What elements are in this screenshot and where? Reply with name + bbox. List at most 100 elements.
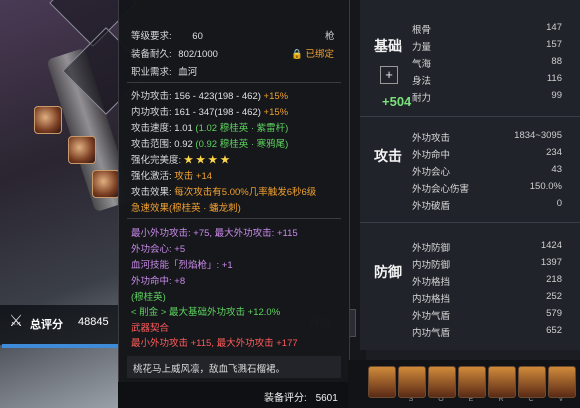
add-attribute-button[interactable]: +: [380, 66, 398, 84]
defense-stat-value: 652: [546, 325, 562, 336]
perfection-stars: ★ ★ ★ ★: [183, 155, 230, 166]
attack-stat-label: 外功会心伤害: [412, 184, 470, 195]
section-divider: [360, 222, 580, 223]
skill-slot[interactable]: [368, 366, 396, 398]
defense-stat-label: 内功防御: [412, 260, 451, 271]
equipment-slot-ring[interactable]: [34, 106, 62, 134]
fusion-bonus: 最小外功攻击 +115, 最大外功攻击 +177: [131, 338, 298, 349]
attack-section-title: 攻击: [374, 148, 402, 164]
equipment-slot-ring[interactable]: [68, 136, 96, 164]
effect-row: 攻击效果: 每次攻击有5.00%几率触发6秒6级: [131, 184, 316, 198]
inner-attack-row: 内功攻击: 161 - 347(198 - 462) +15%: [131, 104, 288, 118]
attack-stat-label: 外功会心: [412, 167, 451, 178]
inner-attack-value: 161 - 347(198 - 462): [174, 107, 261, 118]
bonus-stat: 外功命中: +8: [131, 276, 186, 287]
defense-stat-value: 1397: [540, 257, 562, 268]
tooltip-footer: 装备评分: 5601: [118, 382, 348, 408]
effect-text-continued: 急速效果(穆桂英 · 蟠龙刺): [131, 203, 241, 214]
basic-section-title: 基础: [374, 38, 402, 54]
defense-stat-value: 1424: [540, 240, 562, 251]
durability-label: 装备耐久:: [131, 49, 172, 60]
activation-value: 攻击 +14: [174, 171, 213, 182]
skill-slot[interactable]: [518, 366, 546, 398]
basic-stat-value: 88: [551, 56, 562, 67]
activation-row: 强化激活: 攻击 +14: [131, 168, 212, 182]
defense-stat-label: 内功气盾: [412, 328, 451, 339]
durability-value: 802/1000: [178, 49, 218, 60]
attack-speed-ref: (1.02 穆桂英 · 紫雷杆): [195, 123, 289, 134]
level-req-row: 等级要求: 60: [131, 28, 203, 42]
equip-score-value: 5601: [315, 393, 338, 404]
attack-stat-label: 外功命中: [412, 150, 451, 161]
perfection-label: 强化完美度:: [131, 155, 182, 166]
basic-stat-label: 身法: [412, 76, 432, 87]
defense-stat-value: 252: [546, 291, 562, 302]
set-name: (穆桂英): [131, 292, 166, 303]
flavor-box: 桃花马上威风凛，敌血飞溅石榴裙。: [127, 356, 341, 378]
class-req-value: 血河: [178, 67, 198, 78]
skill-slot[interactable]: [428, 366, 456, 398]
crossed-swords-icon: ⚔: [8, 313, 24, 330]
lock-icon: 🔒: [291, 49, 303, 60]
defense-stat-label: 外功气盾: [412, 311, 451, 322]
durability-row: 装备耐久: 802/1000: [131, 46, 218, 60]
bound-text: 已绑定: [305, 49, 334, 60]
weapon-type: 枪: [325, 31, 335, 42]
attack-stat-value: 150.0%: [529, 181, 562, 192]
basic-stat-label: 力量: [412, 42, 432, 53]
section-divider: [360, 116, 580, 117]
skill-bar: SOERCV: [348, 360, 580, 408]
defense-stat-label: 内功格挡: [412, 294, 451, 305]
level-req-label: 等级要求:: [131, 31, 172, 42]
attack-range-ref: (0.92 穆桂英 · 寒鸦尾): [195, 139, 289, 150]
attack-stat-label: 外功破盾: [412, 201, 451, 212]
attack-stat-value: 0: [556, 198, 562, 209]
attack-range-label: 攻击范围:: [131, 139, 172, 150]
basic-stat-label: 根骨: [412, 25, 432, 36]
bonus-stat: 血河技能「烈焰枪」: +1: [131, 260, 233, 271]
activation-label: 强化激活:: [131, 171, 172, 182]
basic-stat-value: 116: [546, 73, 562, 84]
attack-range-value: 0.92: [174, 139, 193, 150]
item-tooltip: 等级要求: 60 枪 装备耐久: 802/1000 🔒 已绑定 职业需求: 血河…: [118, 0, 350, 408]
basic-stat-label: 气海: [412, 59, 432, 70]
inner-attack-label: 内功攻击:: [131, 107, 172, 118]
class-req-row: 职业需求: 血河: [131, 64, 197, 78]
bonus-stat: 外功会心: +5: [131, 244, 186, 255]
total-score-value: 48845: [78, 316, 109, 328]
bonus-stat: 最小外功攻击: +75, 最大外功攻击: +115: [131, 228, 298, 239]
separator: [127, 82, 341, 83]
total-score-label: 总评分: [30, 319, 63, 331]
equip-score-label: 装备评分:: [264, 393, 307, 404]
level-req-value: 60: [192, 31, 203, 42]
equip-score: 装备评分: 5601: [264, 389, 338, 404]
attack-stat-value: 1834~3095: [514, 130, 562, 141]
inner-attack-pct: +15%: [263, 107, 289, 118]
defense-stat-value: 579: [546, 308, 562, 319]
perfection-row: 强化完美度: ★ ★ ★ ★: [131, 152, 230, 166]
skill-slot[interactable]: [548, 366, 576, 398]
basic-stat-value: 147: [546, 22, 562, 33]
attack-stat-label: 外功攻击: [412, 133, 451, 144]
attack-speed-label: 攻击速度:: [131, 123, 172, 134]
basic-stat-label: 耐力: [412, 93, 432, 104]
character-stats-panel: 基础 + +504 根骨 147 力量 157 气海 88 身法 116 耐力 99 攻击 外功攻…: [360, 0, 580, 350]
set-bonus: < 削金 > 最大基础外功攻击 +12.0%: [131, 307, 281, 318]
attack-range-row: 攻击范围: 0.92 (0.92 穆桂英 · 寒鸦尾): [131, 136, 288, 150]
separator: [127, 218, 341, 219]
outer-attack-value: 156 - 423(198 - 462): [174, 91, 261, 102]
skill-slot[interactable]: [488, 366, 516, 398]
effect-label: 攻击效果:: [131, 187, 172, 198]
attack-speed-row: 攻击速度: 1.01 (1.02 穆桂英 · 紫雷杆): [131, 120, 288, 134]
float-number: +504: [382, 94, 412, 109]
skill-slot[interactable]: [458, 366, 486, 398]
equipment-slot-ring[interactable]: [92, 170, 120, 198]
skill-slot[interactable]: [398, 366, 426, 398]
bound-status: 🔒 已绑定: [291, 46, 334, 60]
fusion-label: 武器契合: [131, 323, 170, 334]
attack-speed-value: 1.01: [174, 123, 193, 134]
defense-stat-label: 外功格挡: [412, 277, 451, 288]
basic-stat-value: 99: [551, 90, 562, 101]
outer-attack-pct: +15%: [263, 91, 289, 102]
defense-stat-value: 218: [546, 274, 562, 285]
